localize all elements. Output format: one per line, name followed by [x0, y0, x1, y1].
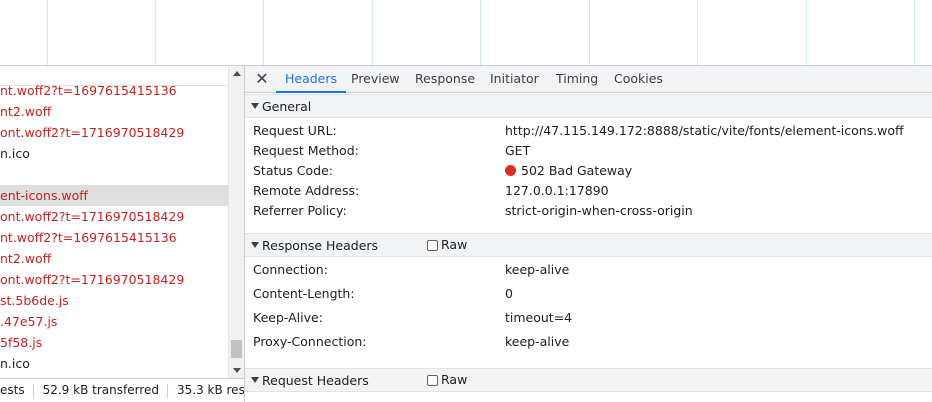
- request-headers-title: Request Headers: [262, 373, 369, 388]
- status-text: 502 Bad Gateway: [521, 163, 633, 178]
- request-row[interactable]: nt2.woff: [0, 248, 228, 269]
- divider: [166, 383, 168, 398]
- field-key: Remote Address:: [253, 183, 360, 198]
- overview-gridline: [806, 0, 807, 65]
- field-key: Connection:: [253, 262, 328, 277]
- expand-triangle-icon: [251, 377, 259, 383]
- overview-gridline: [47, 0, 48, 65]
- request-row[interactable]: n.ico: [0, 143, 228, 164]
- expand-triangle-icon: [251, 242, 259, 248]
- close-icon[interactable]: ✕: [254, 70, 270, 88]
- overview-gridline: [372, 0, 373, 65]
- field-key: Request URL:: [253, 123, 337, 138]
- field-key: Proxy-Connection:: [253, 334, 367, 349]
- request-row[interactable]: ont.woff2?t=1716970518429: [0, 122, 228, 143]
- raw-label: Raw: [441, 237, 468, 252]
- response-headers-title: Response Headers: [262, 238, 379, 253]
- network-summary-bar: ests 52.9 kB transferred 35.3 kB resou: [0, 378, 244, 402]
- general-section-header[interactable]: General: [245, 94, 932, 118]
- field-value: 0: [505, 286, 513, 301]
- response-header-row: Connection: keep-alive: [245, 260, 932, 280]
- overview-gridline: [263, 0, 264, 65]
- expand-triangle-icon: [251, 103, 259, 109]
- request-row[interactable]: ont.woff2?t=1716970518429: [0, 206, 228, 227]
- request-row[interactable]: ont.woff2?t=1716970518429: [0, 269, 228, 290]
- request-row[interactable]: ent-icons.woff: [0, 185, 228, 206]
- request-row[interactable]: nt2.woff: [0, 101, 228, 122]
- request-method-value: GET: [505, 143, 531, 158]
- tab-initiator[interactable]: Initiator: [490, 66, 539, 93]
- field-key: Request Method:: [253, 143, 359, 158]
- request-details-pane: ✕ Headers Preview Response Initiator Tim…: [245, 66, 932, 402]
- overview-gridline: [589, 0, 590, 65]
- tab-preview[interactable]: Preview: [351, 66, 400, 93]
- request-list: nt.woff2?t=1697615415136 nt2.woff ont.woff…: [0, 80, 228, 374]
- tab-response[interactable]: Response: [415, 66, 475, 93]
- request-row[interactable]: st.5b6de.js: [0, 290, 228, 311]
- field-key: Status Code:: [253, 163, 334, 178]
- error-status-dot-icon: [505, 165, 516, 176]
- request-row[interactable]: [0, 164, 228, 185]
- raw-label: Raw: [441, 372, 468, 387]
- general-title: General: [262, 99, 312, 114]
- remote-address-row: Remote Address: 127.0.0.1:17890: [245, 181, 932, 201]
- request-row[interactable]: nt.woff2?t=1697615415136: [0, 80, 228, 101]
- tab-headers[interactable]: Headers: [276, 66, 347, 93]
- status-code-value: 502 Bad Gateway: [505, 161, 632, 181]
- overview-gridline: [914, 0, 915, 65]
- scroll-down-arrow-icon[interactable]: [233, 368, 241, 373]
- request-method-row: Request Method: GET: [245, 141, 932, 161]
- scroll-up-arrow-icon[interactable]: [233, 71, 241, 76]
- request-list-pane: nt.woff2?t=1697615415136 nt2.woff ont.woff…: [0, 66, 244, 402]
- request-list-scrollbar[interactable]: [228, 66, 244, 378]
- field-key: Keep-Alive:: [253, 310, 323, 325]
- waterfall-overview[interactable]: [0, 0, 932, 66]
- response-header-row: Proxy-Connection: keep-alive: [245, 332, 932, 352]
- tab-timing[interactable]: Timing: [556, 66, 598, 93]
- request-url-row: Request URL: http://47.115.149.172:8888/…: [245, 121, 932, 141]
- transferred-size: 52.9 kB transferred: [42, 383, 159, 397]
- response-header-row: Content-Length: 0: [245, 284, 932, 304]
- raw-checkbox[interactable]: [427, 375, 438, 386]
- divider: [32, 383, 34, 398]
- scrollbar-thumb[interactable]: [231, 340, 242, 358]
- details-tabbar: ✕ Headers Preview Response Initiator Tim…: [245, 66, 932, 93]
- response-headers-section-header[interactable]: Response Headers Raw: [245, 233, 932, 257]
- referrer-policy-value: strict-origin-when-cross-origin: [505, 203, 693, 218]
- requests-count: ests: [0, 383, 25, 397]
- request-row[interactable]: 5f58.js: [0, 332, 228, 353]
- field-key: Referrer Policy:: [253, 203, 347, 218]
- field-value: timeout=4: [505, 310, 573, 325]
- field-value: keep-alive: [505, 334, 570, 349]
- field-value: keep-alive: [505, 262, 570, 277]
- request-row[interactable]: .47e57.js: [0, 311, 228, 332]
- request-row[interactable]: n.ico: [0, 353, 228, 374]
- request-headers-section-header[interactable]: Request Headers Raw: [245, 368, 932, 392]
- request-row[interactable]: nt.woff2?t=1697615415136: [0, 227, 228, 248]
- status-code-row: Status Code: 502 Bad Gateway: [245, 161, 932, 181]
- overview-gridline: [480, 0, 481, 65]
- raw-checkbox[interactable]: [427, 240, 438, 251]
- overview-gridline: [697, 0, 698, 65]
- tab-cookies[interactable]: Cookies: [614, 66, 663, 93]
- response-header-row: Keep-Alive: timeout=4: [245, 308, 932, 328]
- resources-size: 35.3 kB resou: [176, 383, 244, 397]
- remote-address-value: 127.0.0.1:17890: [505, 183, 609, 198]
- overview-gridline: [155, 0, 156, 65]
- referrer-policy-row: Referrer Policy: strict-origin-when-cros…: [245, 201, 932, 221]
- request-url-value: http://47.115.149.172:8888/static/vite/f…: [505, 123, 904, 138]
- field-key: Content-Length:: [253, 286, 355, 301]
